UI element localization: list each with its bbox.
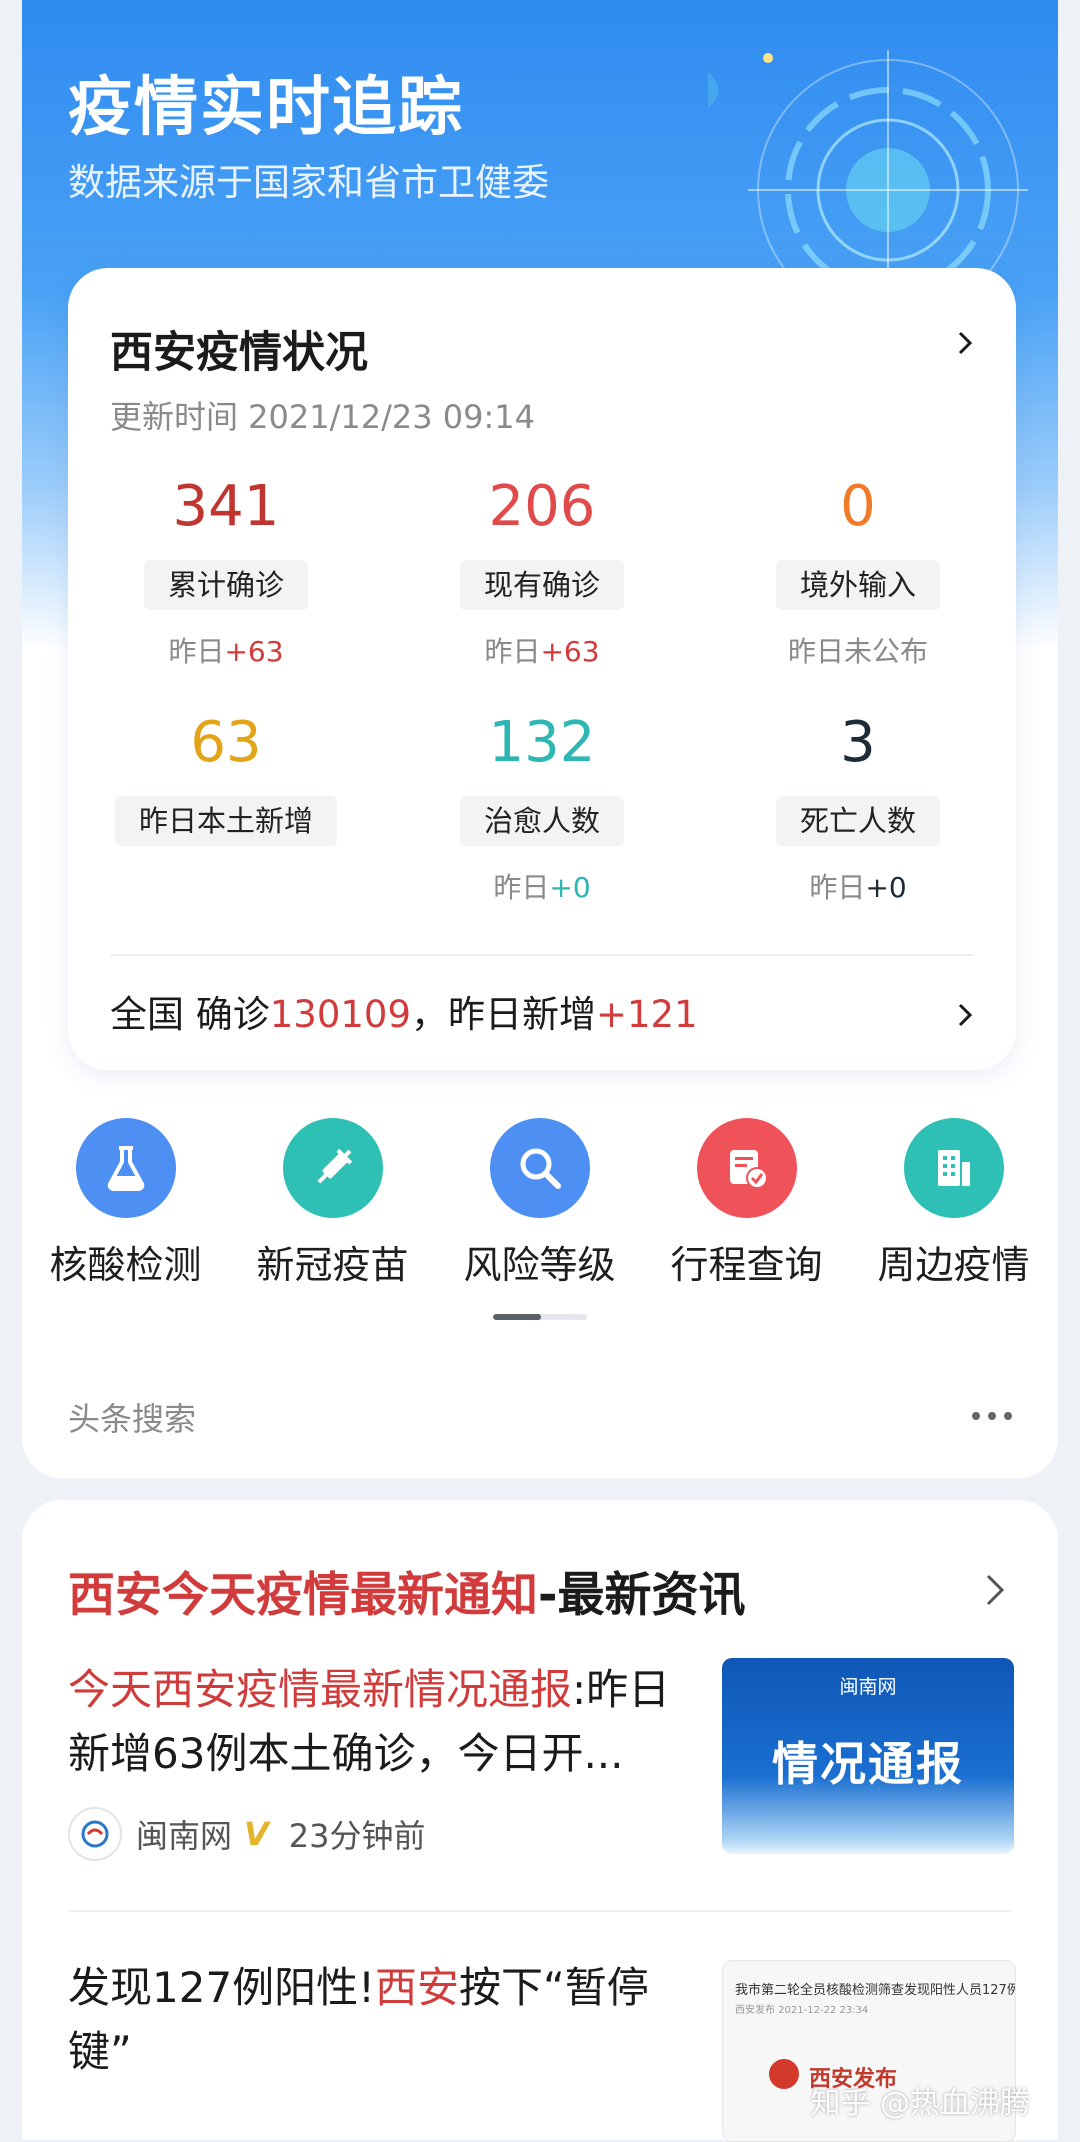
shortcut-label: 新冠疫苗 [256, 1243, 409, 1287]
news-item-title[interactable]: 发现127例阳性!西安按下“暂停键” [68, 1956, 708, 2084]
divider [68, 1910, 1012, 1912]
stat-label: 累计确诊 [143, 560, 308, 610]
magnifier-icon [489, 1118, 590, 1218]
stat-imported: 0 境外输入 昨日未公布 [708, 472, 1008, 668]
stat-local-new: 63 昨日本土新增 [76, 708, 376, 846]
stat-label: 昨日本土新增 [114, 796, 337, 846]
shortcut-label: 周边疫情 [877, 1243, 1030, 1287]
thumbnail-meta: 西安发布 2021-12-22 23:34 [735, 2005, 869, 2016]
source-logo-icon [68, 1807, 122, 1861]
stat-change: 昨日+63 [168, 635, 284, 668]
more-icon[interactable] [970, 1410, 1014, 1422]
stat-label: 死亡人数 [775, 796, 940, 846]
stat-change: 昨日+0 [493, 871, 591, 904]
news-source[interactable]: 闽南网 [136, 1811, 232, 1857]
stat-value: 3 [840, 710, 876, 775]
card-title: 西安疫情状况 [110, 328, 368, 378]
national-summary[interactable]: 全国 确诊130109，昨日新增+121 [110, 984, 698, 1038]
stat-recovered: 132 治愈人数 昨日+0 [392, 708, 692, 904]
stat-change: 昨日+63 [484, 635, 600, 668]
shortcut-nearby[interactable]: 周边疫情 [850, 1118, 1057, 1289]
shortcut-label: 行程查询 [670, 1243, 823, 1287]
update-time: 更新时间 2021/12/23 09:14 [110, 398, 536, 436]
shortcut-risk-level[interactable]: 风险等级 [436, 1118, 643, 1289]
stat-total-confirmed: 341 累计确诊 昨日+63 [76, 472, 376, 668]
news-header[interactable]: 西安今天疫情最新通知-最新资讯 [68, 1556, 746, 1625]
shortcut-itinerary[interactable]: 行程查询 [643, 1118, 850, 1289]
news-card: 西安今天疫情最新通知-最新资讯 今天西安疫情最新情况通报:昨日新增63例本土确诊… [22, 1500, 1058, 2142]
stat-deaths: 3 死亡人数 昨日+0 [708, 708, 1008, 904]
shortcut-label: 风险等级 [463, 1243, 616, 1287]
chevron-right-icon[interactable] [982, 1572, 1008, 1608]
building-icon [903, 1118, 1004, 1218]
news-meta: 闽南网 V 23分钟前 [68, 1804, 426, 1864]
stat-value: 341 [172, 474, 280, 539]
stat-change: 昨日+0 [809, 871, 907, 904]
thumbnail-text: 情况通报 [772, 1737, 964, 1791]
chevron-right-icon[interactable] [952, 330, 978, 356]
stat-current-confirmed: 206 现有确诊 昨日+63 [392, 472, 692, 668]
news-thumbnail[interactable]: 闽南网 情况通报 [722, 1658, 1014, 1854]
verified-badge: V [244, 1815, 269, 1853]
epidemic-card: 疫情实时追踪 数据来源于国家和省市卫健委 西安疫情状况 更新时间 2021/12… [22, 0, 1058, 1478]
stat-label: 治愈人数 [459, 796, 624, 846]
stat-value: 0 [840, 474, 876, 539]
stat-value: 63 [190, 710, 262, 775]
emblem-icon [769, 2059, 799, 2089]
flask-icon [75, 1118, 176, 1218]
news-time: 23分钟前 [288, 1817, 426, 1855]
stat-label: 境外输入 [775, 560, 940, 610]
itinerary-icon [696, 1118, 797, 1218]
shortcut-nucleic-test[interactable]: 核酸检测 [22, 1118, 229, 1289]
stat-label: 现有确诊 [459, 560, 624, 610]
divider [110, 954, 974, 956]
chevron-right-icon[interactable] [952, 1002, 978, 1028]
hero-subtitle: 数据来源于国家和省市卫健委 [68, 161, 549, 204]
page-indicator-active [493, 1314, 541, 1320]
shortcut-row: 核酸检测 新冠疫苗 风险等级 行程查询 周边疫情 [22, 1118, 1058, 1298]
syringe-icon [282, 1118, 383, 1218]
xian-stats-card[interactable]: 西安疫情状况 更新时间 2021/12/23 09:14 341 累计确诊 昨日… [68, 268, 1016, 1070]
watermark: 知乎 @热血沸腾 [810, 2086, 1030, 2121]
page-indicator [493, 1314, 587, 1320]
thumbnail-headline: 我市第二轮全员核酸检测筛查发现阳性人员127例 [735, 1983, 1016, 1998]
shortcut-vaccine[interactable]: 新冠疫苗 [229, 1118, 436, 1289]
stat-change: 昨日未公布 [787, 635, 928, 668]
news-item-title[interactable]: 今天西安疫情最新情况通报:昨日新增63例本土确诊，今日开... [68, 1658, 708, 1786]
stat-value: 132 [488, 710, 596, 775]
stat-value: 206 [488, 474, 596, 539]
hero-title: 疫情实时追踪 [68, 71, 464, 145]
hot-search-label: 头条搜索 [68, 1400, 197, 1438]
thumbnail-brand: 闽南网 [839, 1676, 897, 1698]
shortcut-label: 核酸检测 [49, 1243, 202, 1287]
